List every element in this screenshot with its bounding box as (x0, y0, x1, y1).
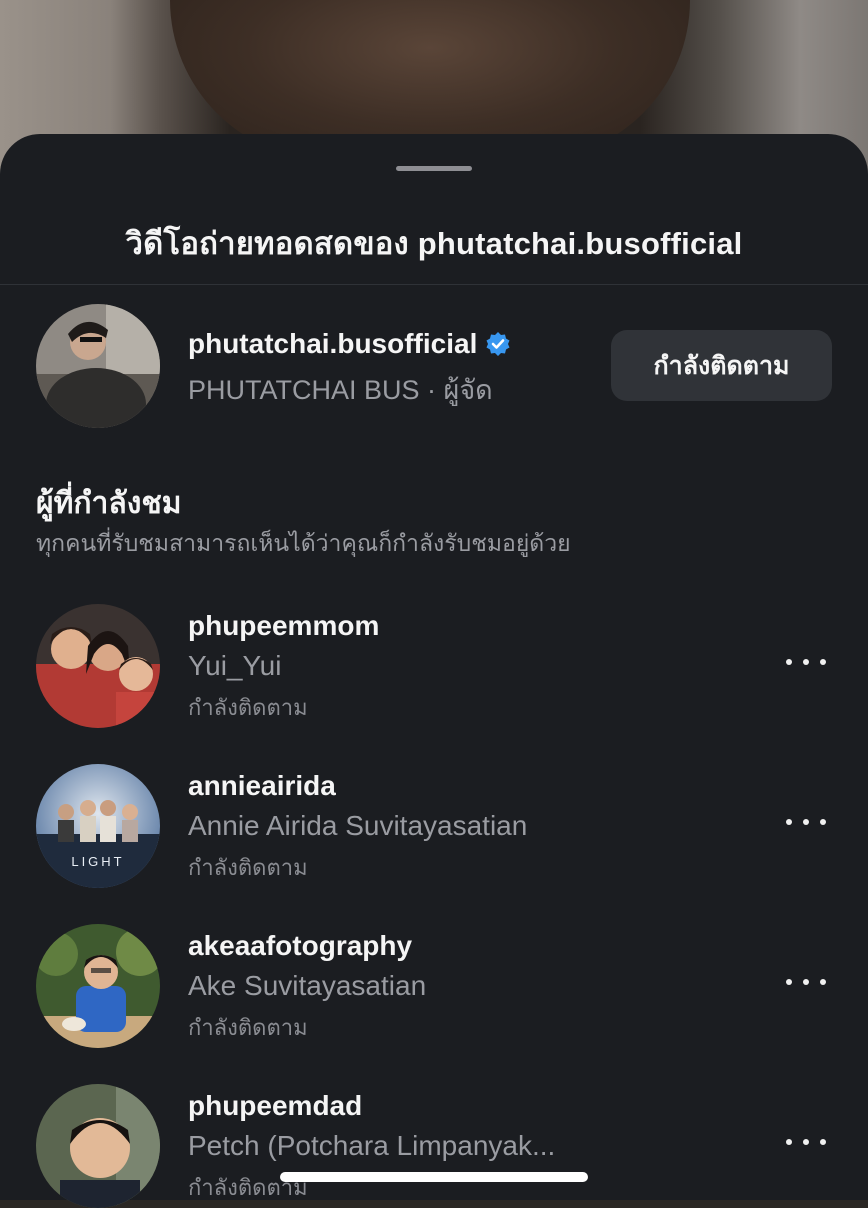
more-options-icon[interactable] (786, 652, 826, 672)
viewer-avatar[interactable] (36, 924, 160, 1048)
more-options-icon[interactable] (786, 972, 826, 992)
sheet-grabber-handle[interactable] (396, 166, 472, 171)
viewers-section-title: ผู้ที่กำลังชม (36, 487, 182, 520)
viewer-username[interactable]: annieairida (188, 770, 336, 802)
more-options-icon[interactable] (786, 1132, 826, 1152)
viewer-username[interactable]: phupeemdad (188, 1090, 362, 1122)
following-button[interactable]: กำลังติดตาม (611, 330, 832, 401)
home-indicator[interactable] (280, 1172, 588, 1182)
viewer-username[interactable]: akeaafotography (188, 930, 412, 962)
viewers-section-description: ทุกคนที่รับชมสามารถเห็นได้ว่าคุณก็กำลังร… (36, 530, 571, 556)
viewer-username[interactable]: phupeemmom (188, 610, 379, 642)
viewer-full-name: Petch (Potchara Limpanyak... (188, 1130, 556, 1161)
host-subtitle: PHUTATCHAI BUS · ผู้จัด (188, 375, 493, 405)
viewer-avatar[interactable] (36, 1084, 160, 1208)
viewer-follow-status: กำลังติดตาม (188, 1015, 308, 1040)
viewer-full-name: Yui_Yui (188, 650, 282, 681)
divider (0, 284, 868, 285)
viewer-follow-status: กำลังติดตาม (188, 855, 308, 880)
verified-badge-icon (485, 331, 511, 357)
sheet-title: วิดีโอถ่ายทอดสดของ phutatchai.busofficia… (125, 226, 743, 261)
viewer-full-name: Ake Suvitayasatian (188, 970, 427, 1001)
viewers-bottom-sheet: วิดีโอถ่ายทอดสดของ phutatchai.busofficia… (0, 134, 868, 1208)
viewer-avatar[interactable] (36, 604, 160, 728)
host-username-row[interactable]: phutatchai.busofficial (188, 328, 511, 360)
host-username[interactable]: phutatchai.busofficial (188, 328, 477, 360)
host-avatar[interactable] (36, 304, 160, 428)
viewer-avatar[interactable]: LIGHT (36, 764, 160, 888)
svg-text:LIGHT: LIGHT (71, 854, 124, 869)
viewer-full-name: Annie Airida Suvitayasatian (188, 810, 528, 841)
more-options-icon[interactable] (786, 812, 826, 832)
viewer-follow-status: กำลังติดตาม (188, 695, 308, 720)
